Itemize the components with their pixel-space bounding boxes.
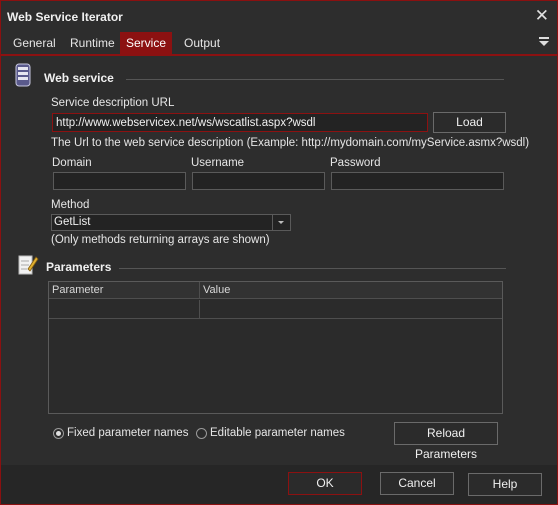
title-bar: Web Service Iterator ✕ xyxy=(1,1,557,32)
close-icon[interactable]: ✕ xyxy=(535,6,549,26)
table-row[interactable] xyxy=(49,300,200,319)
window-title: Web Service Iterator xyxy=(7,10,123,24)
section-divider xyxy=(119,268,506,269)
chevron-down-icon[interactable] xyxy=(272,215,290,230)
method-select[interactable]: GetList xyxy=(51,214,291,231)
editable-names-radio[interactable] xyxy=(196,428,207,439)
cancel-button[interactable]: Cancel xyxy=(380,472,454,495)
parameters-icon xyxy=(18,255,39,275)
tab-runtime[interactable]: Runtime xyxy=(64,32,121,54)
tab-menu-icon[interactable] xyxy=(539,37,549,46)
url-hint: The Url to the web service description (… xyxy=(51,137,530,149)
method-value: GetList xyxy=(54,216,91,228)
method-hint: (Only methods returning arrays are shown… xyxy=(51,234,270,246)
editable-names-label: Editable parameter names xyxy=(210,427,345,439)
username-label: Username xyxy=(191,157,245,169)
load-button[interactable]: Load xyxy=(433,112,506,133)
fixed-names-label: Fixed parameter names xyxy=(67,427,189,439)
parameters-table[interactable]: Parameter Value xyxy=(48,281,503,414)
table-row[interactable] xyxy=(200,300,502,319)
method-label: Method xyxy=(51,199,90,211)
username-field[interactable] xyxy=(192,172,325,190)
section-divider xyxy=(126,79,504,80)
url-input[interactable] xyxy=(52,113,428,132)
parameters-section-title: Parameters xyxy=(46,260,112,274)
tab-general[interactable]: General xyxy=(7,32,62,54)
help-button[interactable]: Help xyxy=(468,473,542,496)
column-header-parameter[interactable]: Parameter xyxy=(49,282,200,299)
domain-field[interactable] xyxy=(53,172,186,190)
password-field[interactable] xyxy=(331,172,504,190)
tab-output[interactable]: Output xyxy=(178,32,226,54)
reload-parameters-button[interactable]: Reload Parameters xyxy=(394,422,498,461)
tab-bar: General Runtime Service Output xyxy=(1,32,557,56)
button-bar: OK Cancel Help xyxy=(1,465,557,504)
url-label: Service description URL xyxy=(51,97,175,109)
ok-button[interactable]: OK xyxy=(288,472,362,495)
web-service-icon xyxy=(15,63,31,87)
domain-label: Domain xyxy=(52,157,92,169)
dialog-window: Web Service Iterator ✕ General Runtime S… xyxy=(0,0,558,505)
web-service-section-title: Web service xyxy=(44,71,114,85)
tab-service[interactable]: Service xyxy=(120,32,173,54)
fixed-names-radio[interactable] xyxy=(53,428,64,439)
column-header-value[interactable]: Value xyxy=(200,282,502,299)
password-label: Password xyxy=(330,157,381,169)
